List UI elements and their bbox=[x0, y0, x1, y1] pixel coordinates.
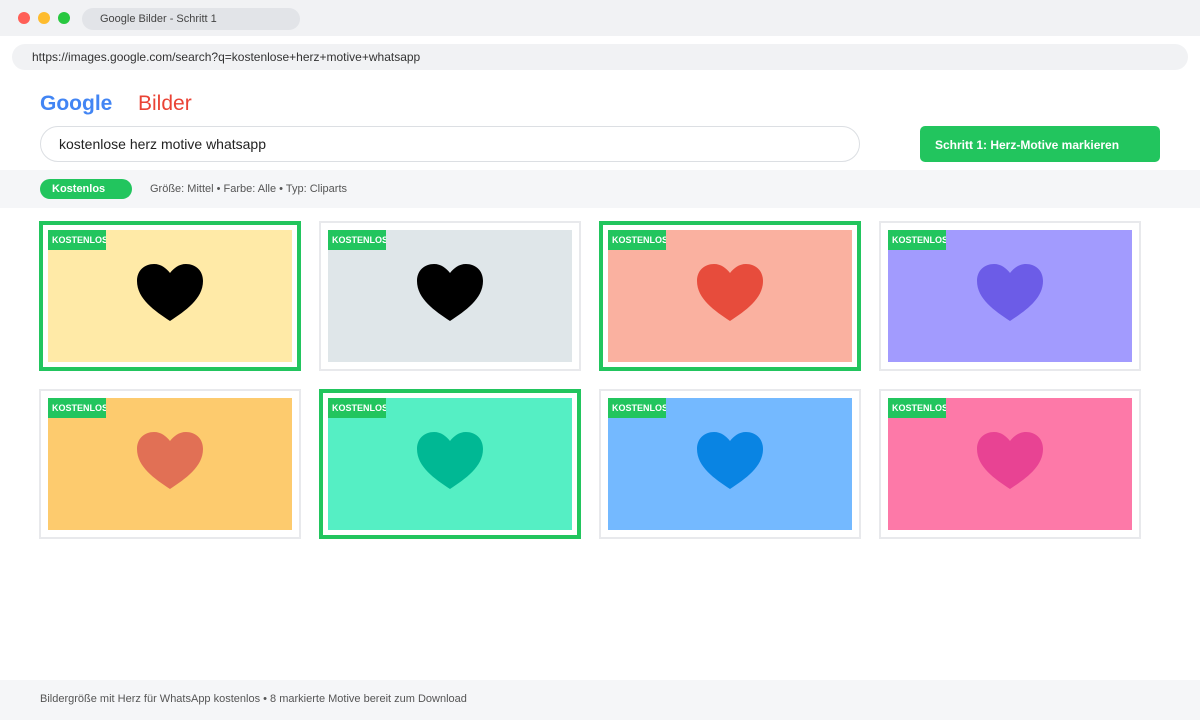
heart-icon bbox=[417, 432, 483, 489]
heart-icon bbox=[137, 264, 203, 321]
url-bar[interactable]: https://images.google.com/search?q=koste… bbox=[12, 44, 1188, 70]
title-bar: Google Bilder - Schritt 1 bbox=[0, 0, 1200, 36]
google-logo[interactable]: Google bbox=[40, 92, 112, 116]
image-thumbnail[interactable]: KOSTENLOS bbox=[48, 398, 292, 530]
heart-icon bbox=[697, 264, 763, 321]
image-thumbnail[interactable]: KOSTENLOS bbox=[888, 398, 1132, 530]
image-thumbnail[interactable]: KOSTENLOS bbox=[328, 230, 572, 362]
browser-window: Google Bilder - Schritt 1 https://images… bbox=[0, 0, 1200, 720]
step-1-button[interactable]: Schritt 1: Herz-Motive markieren bbox=[920, 126, 1160, 162]
free-badge: KOSTENLOS bbox=[888, 230, 946, 250]
heart-icon bbox=[417, 264, 483, 321]
free-badge: KOSTENLOS bbox=[608, 398, 666, 418]
image-result-card[interactable]: KOSTENLOS bbox=[39, 389, 301, 539]
footer-text: Bildergröße mit Herz für WhatsApp kosten… bbox=[40, 693, 467, 705]
image-thumbnail[interactable]: KOSTENLOS bbox=[888, 230, 1132, 362]
free-badge: KOSTENLOS bbox=[48, 398, 106, 418]
filter-bar: Kostenlos Größe: Mittel • Farbe: Alle • … bbox=[0, 170, 1200, 208]
image-thumbnail[interactable]: KOSTENLOS bbox=[608, 398, 852, 530]
free-badge: KOSTENLOS bbox=[328, 398, 386, 418]
minimize-window-button[interactable] bbox=[38, 12, 50, 24]
filter-details: Größe: Mittel • Farbe: Alle • Typ: Clipa… bbox=[150, 183, 348, 195]
image-thumbnail[interactable]: KOSTENLOS bbox=[328, 398, 572, 530]
image-result-card[interactable]: KOSTENLOS bbox=[599, 389, 861, 539]
maximize-window-button[interactable] bbox=[58, 12, 70, 24]
image-thumbnail[interactable]: KOSTENLOS bbox=[48, 230, 292, 362]
heart-icon bbox=[977, 264, 1043, 321]
image-result-card[interactable]: KOSTENLOS bbox=[319, 389, 581, 539]
image-result-card[interactable]: KOSTENLOS bbox=[599, 221, 861, 371]
search-input[interactable]: kostenlose herz motive whatsapp bbox=[40, 126, 860, 162]
image-result-card[interactable]: KOSTENLOS bbox=[319, 221, 581, 371]
free-badge: KOSTENLOS bbox=[608, 230, 666, 250]
filter-chip-kostenlos[interactable]: Kostenlos bbox=[40, 179, 132, 199]
bilder-label: Bilder bbox=[138, 92, 192, 115]
image-result-card[interactable]: KOSTENLOS bbox=[39, 221, 301, 371]
image-thumbnail[interactable]: KOSTENLOS bbox=[608, 230, 852, 362]
browser-tab[interactable]: Google Bilder - Schritt 1 bbox=[82, 8, 300, 30]
image-result-card[interactable]: KOSTENLOS bbox=[879, 389, 1141, 539]
close-window-button[interactable] bbox=[18, 12, 30, 24]
free-badge: KOSTENLOS bbox=[888, 398, 946, 418]
heart-icon bbox=[697, 432, 763, 489]
image-result-card[interactable]: KOSTENLOS bbox=[879, 221, 1141, 371]
heart-icon bbox=[137, 432, 203, 489]
status-footer: Bildergröße mit Herz für WhatsApp kosten… bbox=[0, 680, 1200, 720]
free-badge: KOSTENLOS bbox=[48, 230, 106, 250]
heart-icon bbox=[977, 432, 1043, 489]
address-row: https://images.google.com/search?q=koste… bbox=[0, 36, 1200, 78]
free-badge: KOSTENLOS bbox=[328, 230, 386, 250]
